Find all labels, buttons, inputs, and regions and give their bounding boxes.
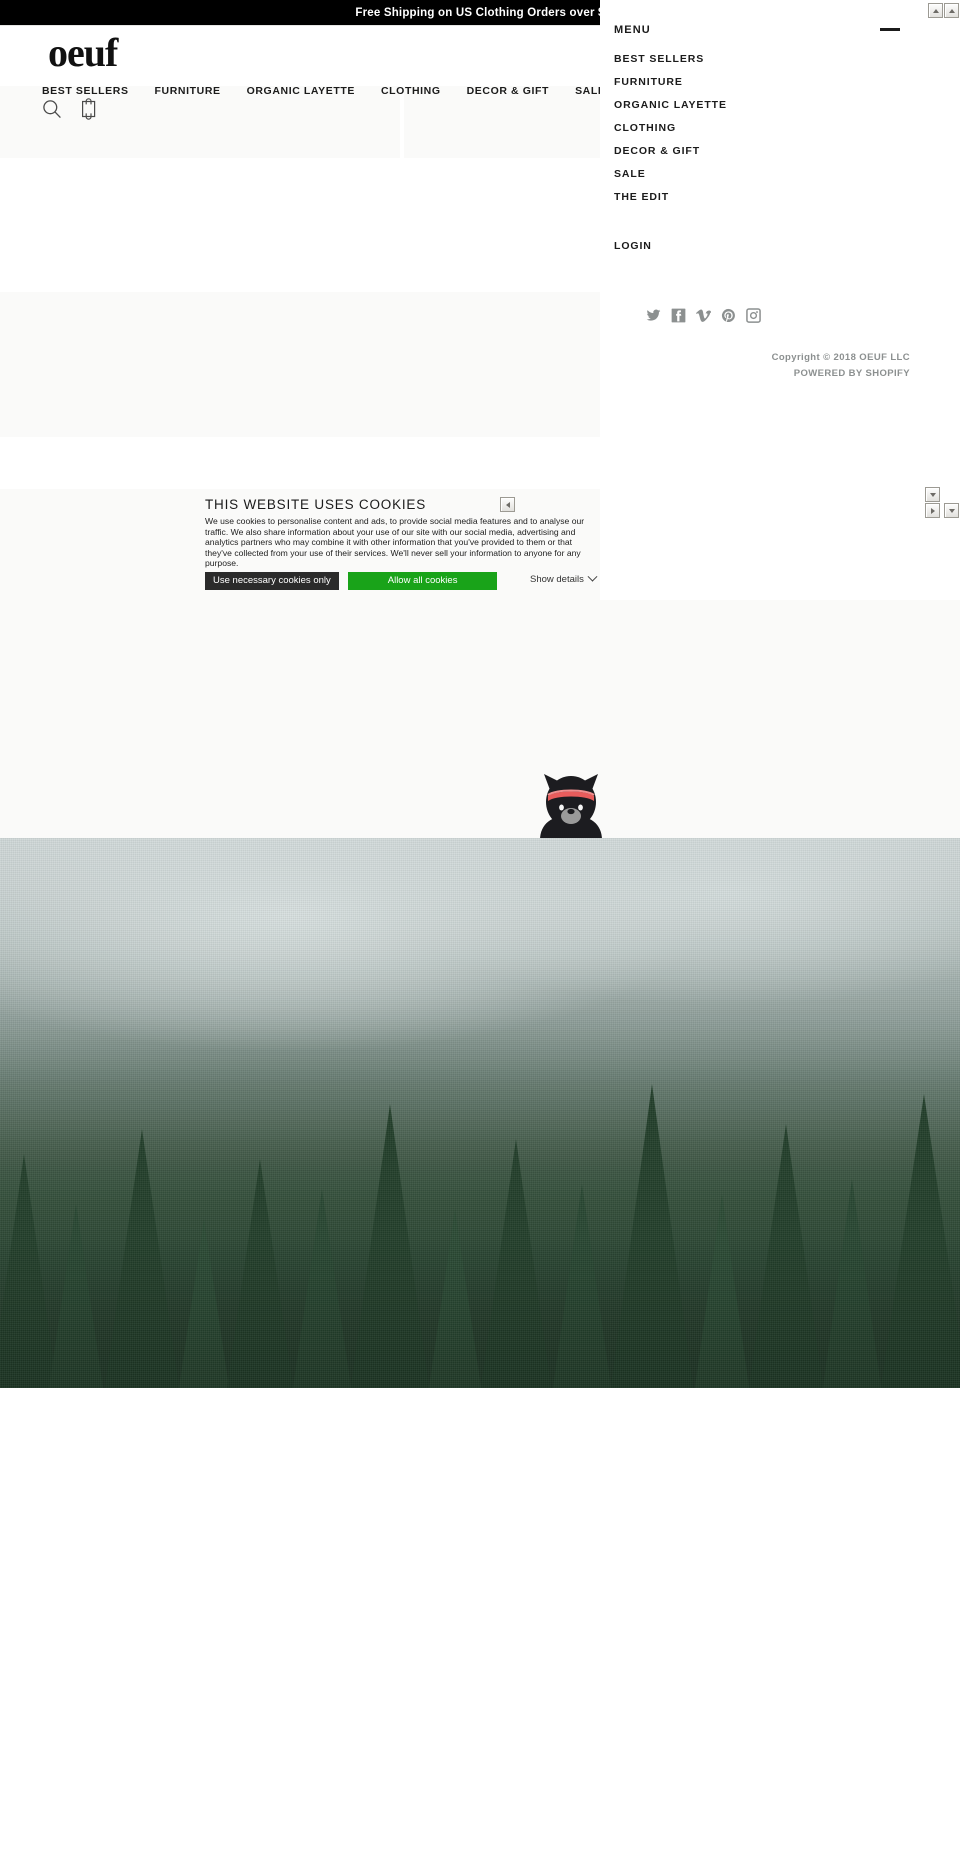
chevron-down-icon (587, 571, 598, 582)
instagram-icon[interactable] (746, 308, 761, 323)
twitter-icon[interactable] (646, 308, 661, 323)
site-logo[interactable]: oeuf (48, 33, 118, 73)
scroll-right-button[interactable] (925, 503, 940, 518)
hero-grain (0, 838, 960, 1388)
allow-all-cookies-button[interactable]: Allow all cookies (347, 572, 498, 590)
facebook-icon[interactable] (671, 308, 686, 323)
nav-item-furniture[interactable]: FURNITURE (142, 85, 234, 97)
menu-item-best-sellers[interactable]: BEST SELLERS (614, 48, 914, 71)
menu-item-furniture[interactable]: FURNITURE (614, 71, 914, 94)
copyright-text: Copyright © 2018 OEUF LLC (771, 352, 910, 363)
show-details-toggle[interactable]: Show details (530, 571, 598, 585)
scroll-left-button[interactable] (500, 497, 515, 512)
hero-forest-image (0, 838, 960, 1388)
menu-footer-copy: Copyright © 2018 OEUF LLC POWERED BY SHO… (600, 350, 910, 382)
vimeo-icon[interactable] (696, 308, 711, 323)
menu-item-the-edit[interactable]: THE EDIT (614, 186, 914, 209)
menu-item-list: BEST SELLERS FURNITURE ORGANIC LAYETTE C… (614, 48, 914, 209)
cart-icon[interactable] (80, 98, 98, 120)
cookie-body-text: We use cookies to personalise content an… (205, 516, 585, 569)
content-band-3 (0, 600, 960, 838)
show-details-label: Show details (530, 574, 584, 585)
slideout-menu-panel: MENU BEST SELLERS FURNITURE ORGANIC LAYE… (600, 0, 960, 500)
nav-item-organic-layette[interactable]: ORGANIC LAYETTE (234, 85, 368, 97)
footer-area (0, 1388, 960, 1875)
nav-item-clothing[interactable]: CLOTHING (368, 85, 454, 97)
cookie-button-row: Use necessary cookies only Allow all coo… (205, 572, 498, 590)
menu-item-clothing[interactable]: CLOTHING (614, 117, 914, 140)
nav-item-decor-gift[interactable]: DECOR & GIFT (454, 85, 562, 97)
use-necessary-cookies-button[interactable]: Use necessary cookies only (205, 572, 339, 590)
search-icon[interactable] (42, 99, 62, 119)
bear-mascot (528, 768, 614, 840)
nav-item-best-sellers[interactable]: BEST SELLERS (42, 85, 142, 97)
scroll-down-button-2[interactable] (944, 503, 959, 518)
menu-item-sale[interactable]: SALE (614, 163, 914, 186)
menu-title: MENU (614, 24, 651, 36)
scroll-up-button[interactable] (928, 3, 943, 18)
header-icon-row (42, 98, 98, 120)
social-links (646, 308, 761, 323)
scroll-up-button-2[interactable] (944, 3, 959, 18)
menu-item-decor-gift[interactable]: DECOR & GIFT (614, 140, 914, 163)
page-root: Free Shipping on US Clothing Orders over… (0, 0, 960, 1875)
minus-icon[interactable] (880, 28, 900, 31)
powered-by-text[interactable]: POWERED BY SHOPIFY (600, 366, 910, 382)
cookie-title: THIS WEBSITE USES COOKIES (205, 497, 427, 512)
promo-banner-text: Free Shipping on US Clothing Orders over… (355, 7, 605, 19)
cookie-text-block: THIS WEBSITE USES COOKIES We use cookies… (205, 497, 600, 569)
pinterest-icon[interactable] (721, 308, 736, 323)
menu-item-organic-layette[interactable]: ORGANIC LAYETTE (614, 94, 914, 117)
scroll-down-button[interactable] (925, 487, 940, 502)
menu-item-login[interactable]: LOGIN (614, 240, 652, 252)
